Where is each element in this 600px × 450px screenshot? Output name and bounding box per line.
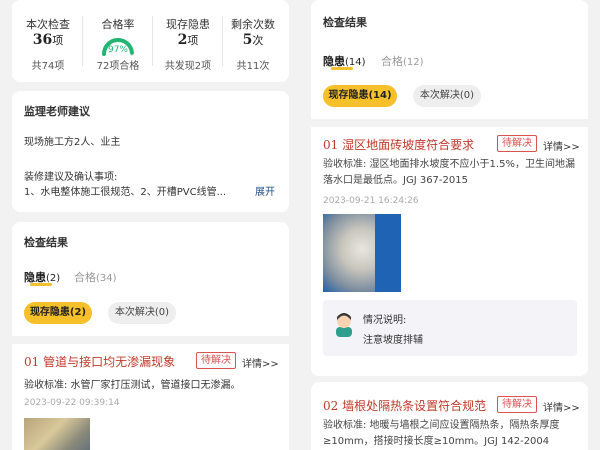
stat-value: 5 xyxy=(242,32,253,48)
gauge-value: 97% xyxy=(108,45,128,55)
inspector-avatar xyxy=(333,311,355,337)
filter-solved[interactable]: 本次解决(0) xyxy=(108,302,176,324)
tab-pass[interactable]: 合格(12) xyxy=(381,50,424,69)
right-item2-card: 02 墙根处隔热条设置符合规范 待解决 详情>> 验收标准: 地暖与墙根之间应设… xyxy=(311,382,588,450)
tab-active-underline xyxy=(331,67,353,70)
left-results-card: 检查结果 隐患(2) 合格(34) 现存隐患(2) 本次解决(0) 01 管道与… xyxy=(12,222,289,450)
stat-hazard: 现存隐患 2项 共发现2项 xyxy=(152,0,224,82)
stats-card: 本次检查 36项 共74项 合格率 97% 72项合格 现存隐患 2项 共发现2… xyxy=(12,0,289,82)
stat-inspection: 本次检查 36项 共74项 xyxy=(12,0,84,82)
stat-sub: 共发现2项 xyxy=(164,61,212,72)
stat-unit: 次 xyxy=(252,34,264,47)
status-badge: 待解决 xyxy=(497,396,537,413)
inspection-photo[interactable] xyxy=(323,214,401,292)
status-badge: 待解决 xyxy=(196,352,236,369)
detail-link[interactable]: 详情>> xyxy=(543,138,580,153)
stat-label: 本次检查 xyxy=(26,18,70,31)
item-title[interactable]: 01 湿区地面砖坡度符合要求 xyxy=(323,136,474,153)
results-title: 检查结果 xyxy=(323,16,367,29)
status-badge: 待解决 xyxy=(497,135,537,152)
expand-link[interactable]: 展开 xyxy=(255,183,275,198)
advice-items-label: 装修建议及确认事项: xyxy=(24,172,118,183)
filter-current-hazard[interactable]: 现存隐患(14) xyxy=(323,85,397,107)
tab-active-underline xyxy=(30,283,52,286)
item-standard: 验收标准: 水管厂家打压测试，管道接口无渗漏。 xyxy=(24,380,241,391)
stat-label: 现存隐患 xyxy=(166,18,210,31)
note-text: 注意坡度排辅 xyxy=(363,335,423,346)
item-standard: 验收标准: 湿区地面排水坡度不应小于1.5%，卫生间地漏落水口是最低点。JGJ … xyxy=(323,159,575,186)
stat-unit: 项 xyxy=(52,34,64,47)
detail-link[interactable]: 详情>> xyxy=(242,355,279,370)
advice-members: 现场施工方2人、业主 xyxy=(24,137,121,148)
pass-rate-gauge: 97% xyxy=(101,37,134,56)
results-title: 检查结果 xyxy=(24,236,68,249)
item-time: 2023-09-21 16:24:26 xyxy=(323,196,419,206)
stat-sub: 72项合格 xyxy=(96,61,140,72)
note-box: 情况说明: 注意坡度排辅 xyxy=(323,300,577,356)
section-gap xyxy=(311,119,588,127)
stat-sub: 共74项 xyxy=(31,61,65,72)
stat-value: 36 xyxy=(32,32,53,48)
advice-card: 监理老师建议 现场施工方2人、业主 装修建议及确认事项: 1、水电整体施工很规范… xyxy=(12,91,289,212)
filter-current-hazard[interactable]: 现存隐患(2) xyxy=(24,302,92,324)
detail-link[interactable]: 详情>> xyxy=(543,399,580,414)
item-title[interactable]: 02 墙根处隔热条设置符合规范 xyxy=(323,397,486,414)
item-standard: 验收标准: 地暖与墙根之间应设置隔热条，隔热条厚度≥10mm，搭接时接长度≥10… xyxy=(323,420,560,447)
stat-label: 剩余次数 xyxy=(231,18,275,31)
stat-unit: 项 xyxy=(187,34,199,47)
tab-pass[interactable]: 合格(34) xyxy=(74,266,117,285)
right-results-card: 检查结果 隐患(14) 合格(12) 现存隐患(14) 本次解决(0) 01 湿… xyxy=(311,0,588,376)
inspection-photo[interactable] xyxy=(24,418,90,450)
stat-sub: 共11次 xyxy=(236,61,270,72)
filter-solved[interactable]: 本次解决(0) xyxy=(413,85,481,107)
stat-pass-rate: 合格率 97% 72项合格 xyxy=(82,0,154,82)
section-gap xyxy=(12,336,289,344)
advice-items-text: 1、水电整体施工很规范、2、开槽PVC线管... xyxy=(24,187,227,198)
item-time: 2023-09-22 09:39:14 xyxy=(24,398,120,408)
stat-remaining: 剩余次数 5次 共11次 xyxy=(217,0,289,82)
note-label: 情况说明: xyxy=(363,315,407,326)
advice-title: 监理老师建议 xyxy=(24,105,90,118)
stat-value: 2 xyxy=(177,32,188,48)
item-title[interactable]: 01 管道与接口均无渗漏现象 xyxy=(24,353,175,370)
